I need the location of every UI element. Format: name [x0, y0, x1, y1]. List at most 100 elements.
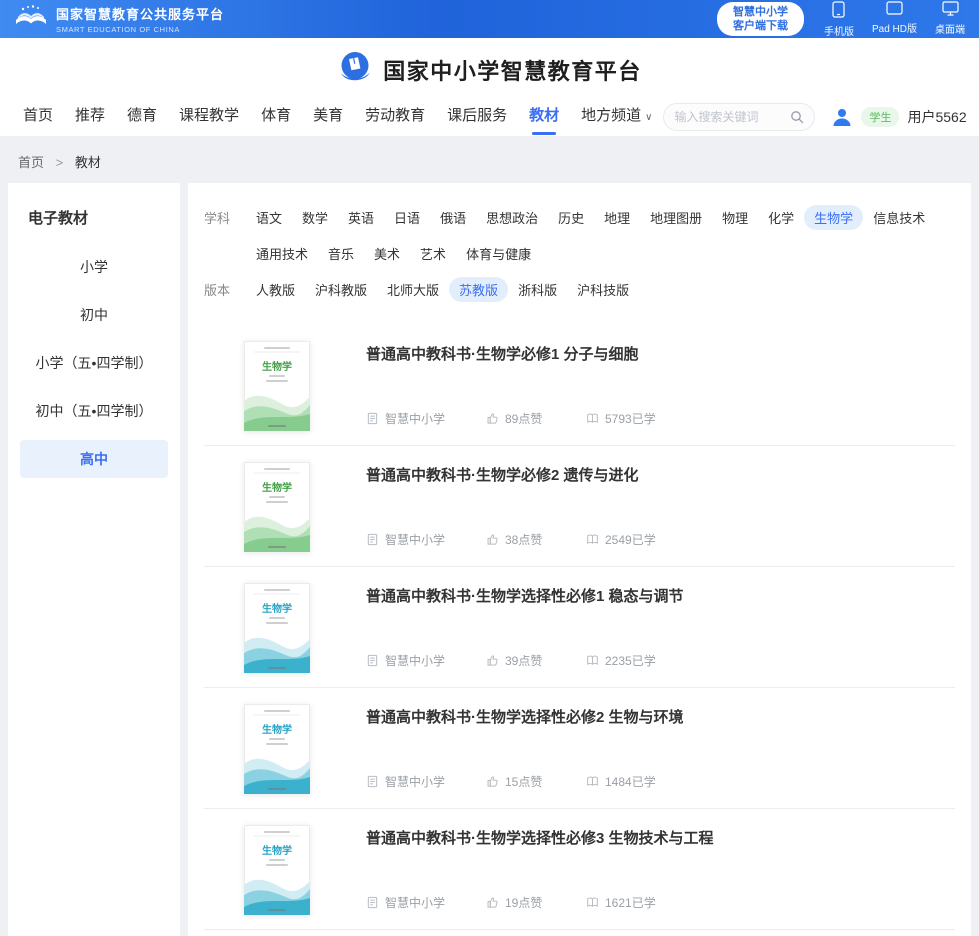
- filter-option[interactable]: 人教版: [246, 277, 305, 302]
- sidebar-items: 小学 初中 小学（五•四学制） 初中（五•四学制） 高中: [20, 248, 168, 478]
- filter-option[interactable]: 信息技术: [863, 205, 935, 230]
- nav-item[interactable]: 体育∨: [261, 97, 291, 137]
- open-book-icon: [586, 775, 599, 788]
- book-learned: 1621已学: [605, 894, 656, 911]
- avatar[interactable]: [831, 106, 853, 128]
- book-learned: 1484已学: [605, 773, 656, 790]
- sidebar-item[interactable]: 小学（五•四学制）: [20, 344, 168, 382]
- sidebar-item[interactable]: 初中（五•四学制）: [20, 392, 168, 430]
- filter-option[interactable]: 化学: [758, 205, 804, 230]
- subject-options: 语文 数学 英语 日语 俄语 思想政治 历史 地理 地理图册: [246, 205, 955, 277]
- book-title[interactable]: 普通高中教科书·生物学必修1 分子与细胞: [366, 343, 955, 364]
- filter-option[interactable]: 物理: [712, 205, 758, 230]
- thumbs-up-icon: [486, 654, 499, 667]
- filter-option[interactable]: 日语: [384, 205, 430, 230]
- book-likes: 89点赞: [505, 410, 542, 427]
- filter-option[interactable]: 生物学: [804, 205, 863, 230]
- filter-option[interactable]: 语文: [246, 205, 292, 230]
- nav-item[interactable]: 首页∨: [23, 97, 53, 137]
- nav-item[interactable]: 德育∨: [127, 97, 157, 137]
- main-nav: 首页∨ 推荐∨ 德育∨ 课程教学∨ 体育∨ 美育∨ 劳动教育∨ 课后服务∨ 教材…: [0, 97, 979, 137]
- platform-logo-icon: [14, 4, 48, 35]
- filter-option[interactable]: 艺术: [410, 241, 456, 266]
- book-cover-art: 生物学: [244, 462, 310, 552]
- open-book-icon: [586, 412, 599, 425]
- search-input[interactable]: [674, 110, 784, 124]
- book-cover[interactable]: 生物学: [244, 583, 310, 673]
- client-link[interactable]: 桌面端: [935, 1, 965, 38]
- book-cover-art: 生物学: [244, 825, 310, 915]
- book-cover[interactable]: 生物学: [244, 462, 310, 552]
- thumbs-up-icon: [486, 896, 499, 909]
- client-link[interactable]: 手机版: [824, 1, 854, 38]
- book-list-item: 生物学 普通高中教科书·生物学必修2 遗传与进化: [204, 446, 955, 567]
- filter-option[interactable]: 思想政治: [476, 205, 548, 230]
- site-logo-icon: [337, 49, 373, 90]
- book-cover[interactable]: 生物学: [244, 341, 310, 431]
- book-title[interactable]: 普通高中教科书·生物学选择性必修1 稳态与调节: [366, 585, 955, 606]
- nav-item[interactable]: 地方频道∨: [581, 97, 652, 137]
- source-icon: [366, 896, 379, 909]
- filter-option[interactable]: 通用技术: [246, 241, 318, 266]
- source-icon: [366, 654, 379, 667]
- nav-item[interactable]: 美育∨: [313, 97, 343, 137]
- filter-option[interactable]: 数学: [292, 205, 338, 230]
- filter-option[interactable]: 美术: [364, 241, 410, 266]
- breadcrumb-home[interactable]: 首页: [18, 155, 44, 170]
- book-likes: 39点赞: [505, 652, 542, 669]
- nav-item[interactable]: 课后服务∨: [447, 97, 507, 137]
- book-cover-art: 生物学: [244, 583, 310, 673]
- filter-option[interactable]: 苏教版: [449, 277, 508, 302]
- filter-option[interactable]: 体育与健康: [456, 241, 541, 266]
- filter-option[interactable]: 地理图册: [640, 205, 712, 230]
- book-title[interactable]: 普通高中教科书·生物学必修2 遗传与进化: [366, 464, 955, 485]
- book-title[interactable]: 普通高中教科书·生物学选择性必修3 生物技术与工程: [366, 827, 955, 848]
- sidebar-item[interactable]: 小学: [20, 248, 168, 286]
- filter-option[interactable]: 历史: [548, 205, 594, 230]
- book-cover[interactable]: 生物学: [244, 704, 310, 794]
- open-book-icon: [586, 533, 599, 546]
- search-icon[interactable]: [790, 110, 804, 124]
- filter-option[interactable]: 沪科技版: [567, 277, 639, 302]
- book-stats: 智慧中小学 15点赞: [366, 773, 955, 794]
- book-source: 智慧中小学: [385, 410, 445, 427]
- platform-brand: 国家智慧教育公共服务平台 SMART EDUCATION OF CHINA: [14, 4, 224, 35]
- thumbs-up-icon: [486, 412, 499, 425]
- book-likes: 19点赞: [505, 894, 542, 911]
- filter-option[interactable]: 俄语: [430, 205, 476, 230]
- filter-option[interactable]: 沪科教版: [305, 277, 377, 302]
- nav-item[interactable]: 劳动教育∨: [365, 97, 425, 137]
- filter-label-subject: 学科: [204, 205, 240, 277]
- desktop-icon: [942, 1, 959, 19]
- breadcrumb: 首页 > 教材: [0, 137, 979, 183]
- svg-text:生物学: 生物学: [262, 481, 292, 494]
- nav-item[interactable]: 推荐∨: [75, 97, 105, 137]
- sidebar-item[interactable]: 高中: [20, 440, 168, 478]
- username[interactable]: 用户5562: [907, 107, 966, 127]
- breadcrumb-current: 教材: [75, 155, 101, 170]
- filter-option[interactable]: 北师大版: [377, 277, 449, 302]
- filter-option[interactable]: 英语: [338, 205, 384, 230]
- open-book-icon: [586, 654, 599, 667]
- nav-item[interactable]: 教材∨: [529, 97, 559, 137]
- book-learned: 5793已学: [605, 410, 656, 427]
- client-link[interactable]: Pad HD版: [872, 1, 917, 38]
- filter-option[interactable]: 地理: [594, 205, 640, 230]
- header: 国家中小学智慧教育平台 首页∨ 推荐∨ 德育∨ 课程教学∨ 体育∨ 美育∨ 劳动…: [0, 38, 979, 137]
- filter-option[interactable]: 音乐: [318, 241, 364, 266]
- search-box: [663, 103, 815, 131]
- book-title[interactable]: 普通高中教科书·生物学选择性必修2 生物与环境: [366, 706, 955, 727]
- book-list-item: 生物学 普通高中教科书·生物学选择性必修3 生物技术与工程: [204, 809, 955, 930]
- topbar: 国家智慧教育公共服务平台 SMART EDUCATION OF CHINA 智慧…: [0, 0, 979, 38]
- sidebar-item[interactable]: 初中: [20, 296, 168, 334]
- client-download-button[interactable]: 智慧中小学 客户端下载: [717, 2, 804, 37]
- thumbs-up-icon: [486, 775, 499, 788]
- book-stats: 智慧中小学 39点赞: [366, 652, 955, 673]
- book-cover[interactable]: 生物学: [244, 825, 310, 915]
- svg-text:生物学: 生物学: [262, 723, 292, 736]
- filter-option[interactable]: 浙科版: [508, 277, 567, 302]
- book-list-item: 生物学 普通高中教科书·生物学选择性必修1 稳态与调节: [204, 567, 955, 688]
- thumbs-up-icon: [486, 533, 499, 546]
- book-source: 智慧中小学: [385, 773, 445, 790]
- nav-item[interactable]: 课程教学∨: [179, 97, 239, 137]
